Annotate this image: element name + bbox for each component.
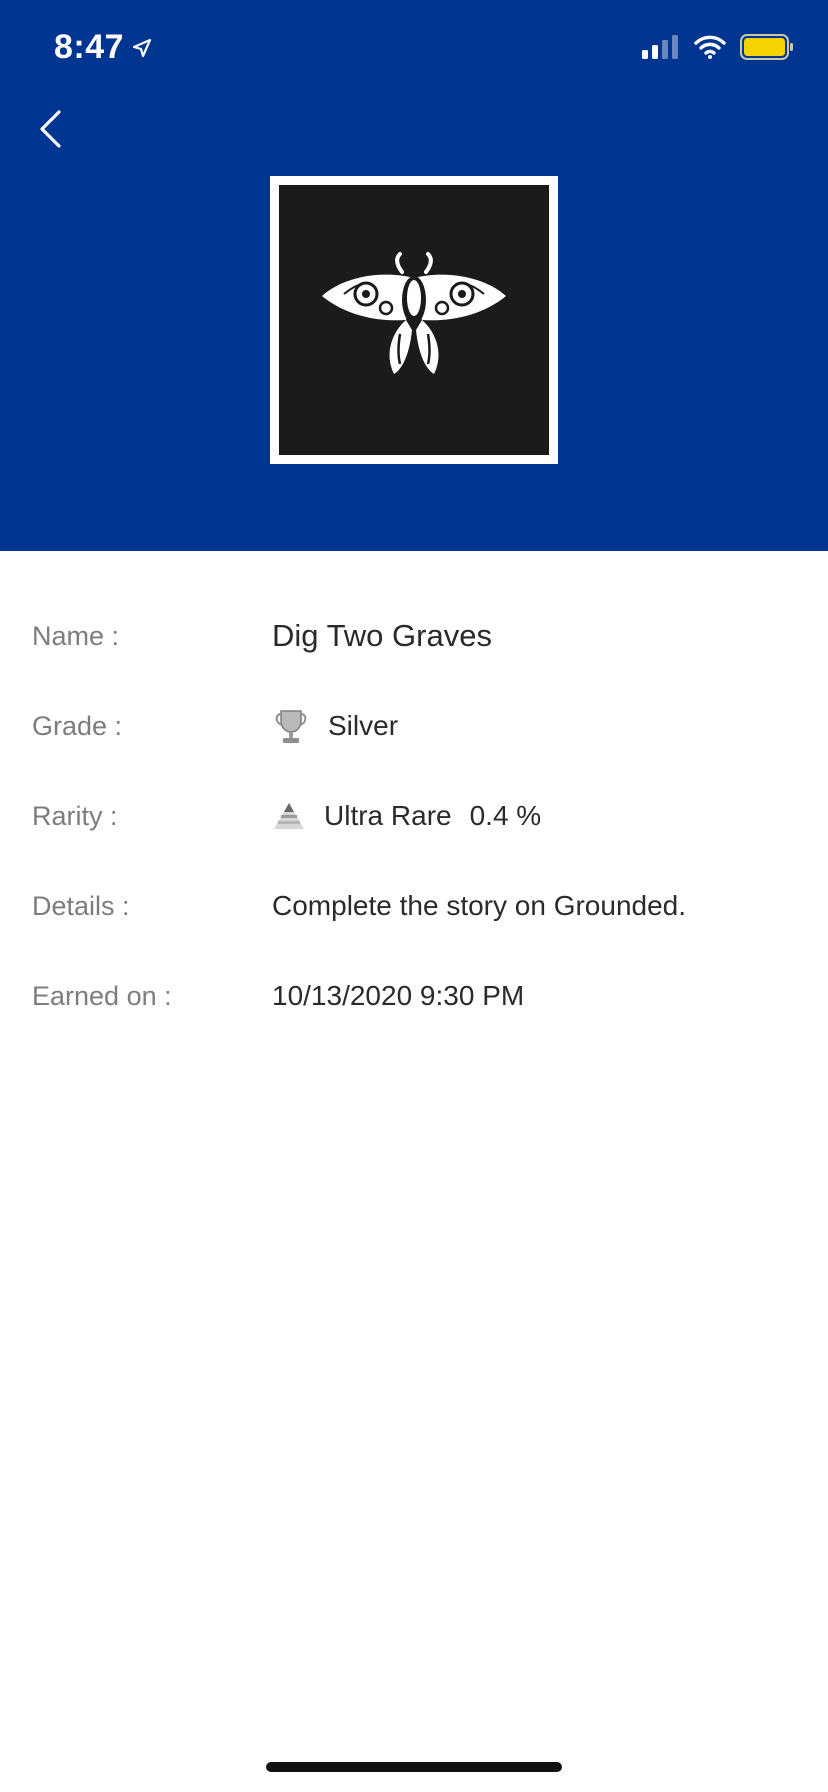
battery-icon [740,34,794,65]
name-row: Name : Dig Two Graves [0,606,828,666]
status-bar-time: 8:47 [54,28,152,67]
status-time-text: 8:47 [54,28,125,66]
name-label: Name : [32,620,120,651]
back-button[interactable] [30,106,70,156]
earned-date: 10/13/2020 9:30 PM [272,980,525,1011]
trophy-detail-screen: 8:47 Name: Dig Two Graves Grade: Silve… [0,0,828,1792]
wifi-icon [694,35,726,64]
details-row: Details : Complete the story on Grounded… [0,876,828,936]
status-bar-indicators [642,34,794,65]
grade-value: Silver [272,707,398,745]
grade-row: Grade : Silver [0,696,828,756]
silver-trophy-icon [272,707,310,745]
header-banner: 8:47 [0,0,828,551]
trophy-name: Dig Two Graves [272,618,492,653]
rarity-row: Rarity : Ultra Rare 0.4 % [0,786,828,846]
details-text: Complete the story on Grounded. [272,890,687,921]
chevron-left-icon [37,109,63,154]
earned-label: Earned on : [32,980,172,1011]
home-indicator[interactable] [266,1762,562,1772]
rarity-pyramid-icon [272,801,306,831]
trophy-image-frame [270,176,558,464]
cellular-signal-icon [642,35,680,64]
location-arrow-icon [132,28,152,67]
earned-row: Earned on : 10/13/2020 9:30 PM [0,966,828,1026]
rarity-percent: 0.4 % [469,800,542,831]
grade-label: Grade : [32,710,123,741]
rarity-text: Ultra Rare [324,800,452,831]
rarity-value: Ultra Rare 0.4 % [272,800,541,832]
moth-emblem-image [279,185,549,455]
grade-text: Silver [328,710,399,741]
rarity-label: Rarity : [32,800,118,831]
details-label: Details : [32,890,130,921]
